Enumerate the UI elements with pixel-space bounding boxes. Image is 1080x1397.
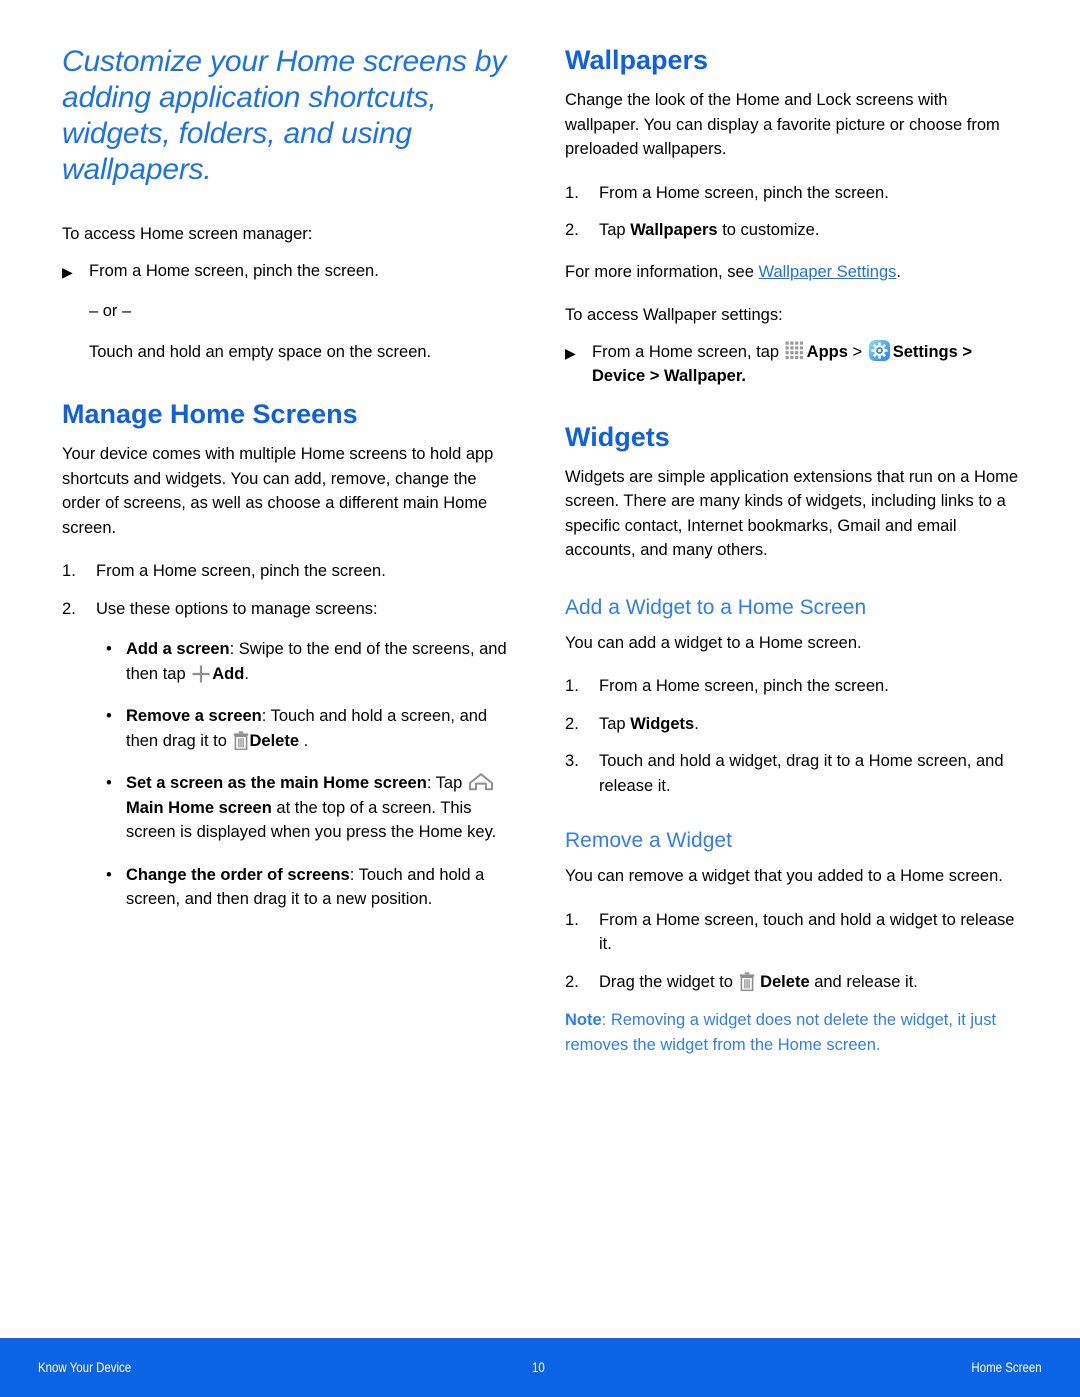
option-label: Add a screen bbox=[126, 640, 230, 658]
footer-section-label: Know Your Device bbox=[38, 1359, 132, 1375]
add-widget-steps: From a Home screen, pinch the screen. Ta… bbox=[565, 674, 1020, 798]
manage-home-screens-body: Your device comes with multiple Home scr… bbox=[62, 445, 494, 537]
home-manager-arrow-text: From a Home screen, pinch the screen. bbox=[89, 261, 379, 280]
home-manager-lead: To access Home screen manager: bbox=[62, 225, 313, 243]
add-widget-body: You can add a widget to a Home screen. bbox=[565, 633, 862, 652]
left-column: Customize your Home screens by adding ap… bbox=[62, 44, 517, 1057]
option-text: : Tap bbox=[426, 774, 467, 792]
settings-label: Settings bbox=[892, 342, 958, 361]
wallpapers-body: Change the look of the Home and Lock scr… bbox=[565, 91, 1000, 158]
settings-gear-icon bbox=[868, 339, 890, 361]
footer-page-number: 10 bbox=[532, 1359, 545, 1375]
page-footer: Know Your Device 10 Home Screen bbox=[0, 1338, 1080, 1397]
option-bold-after: Main Home screen bbox=[126, 798, 272, 817]
heading-widgets: Widgets bbox=[565, 421, 670, 452]
apps-label: Apps bbox=[806, 342, 848, 361]
step-item: Touch and hold a widget, drag it to a Ho… bbox=[565, 749, 1004, 795]
heading-manage-home-screens: Manage Home Screens bbox=[62, 399, 358, 429]
home-icon bbox=[468, 772, 494, 791]
note-text: : Removing a widget does not delete the … bbox=[565, 1011, 997, 1054]
apps-grid-icon bbox=[785, 341, 804, 360]
step-item: Use these options to manage screens: bbox=[62, 597, 378, 621]
step-item: Tap Wallpapers to customize. bbox=[565, 218, 820, 242]
option-text-after: . bbox=[244, 664, 249, 683]
right-column: Wallpapers Change the look of the Home a… bbox=[565, 44, 1020, 1057]
wallpapers-bold-term: Wallpapers bbox=[630, 221, 718, 239]
trash-icon bbox=[233, 730, 249, 750]
step-item: Drag the widget to Delete and release it… bbox=[565, 970, 918, 994]
remove-widget-body: You can remove a widget that you added t… bbox=[565, 867, 1003, 885]
step-item: From a Home screen, pinch the screen. bbox=[62, 559, 386, 583]
step-item: From a Home screen, pinch the screen. bbox=[565, 181, 889, 205]
remove-widget-steps: From a Home screen, touch and hold a wid… bbox=[565, 908, 1020, 995]
two-column-layout: Customize your Home screens by adding ap… bbox=[62, 44, 1020, 1057]
option-label: Set a screen as the main Home screen bbox=[126, 774, 427, 792]
or-separator: – or – bbox=[89, 302, 132, 320]
wallpapers-steps: From a Home screen, pinch the screen. Ta… bbox=[565, 181, 1020, 243]
option-bold-after: Delete bbox=[249, 731, 300, 750]
step-item: Tap Widgets. bbox=[565, 712, 699, 736]
option-label: Remove a screen bbox=[126, 707, 262, 725]
step-item: From a Home screen, pinch the screen. bbox=[565, 674, 889, 698]
home-manager-alternative: Touch and hold an empty space on the scr… bbox=[89, 342, 432, 361]
heading-add-a-widget: Add a Widget to a Home Screen bbox=[565, 595, 867, 619]
wallpaper-settings-link[interactable]: Wallpaper Settings bbox=[759, 263, 897, 281]
add-widget-bold-term: Widgets bbox=[630, 714, 695, 733]
option-set-main-home-screen: Set a screen as the main Home screen: Ta… bbox=[104, 771, 517, 845]
path-separator: > bbox=[847, 342, 867, 361]
step-item: From a Home screen, touch and hold a wid… bbox=[565, 908, 1015, 954]
wallpaper-more-info: For more information, see Wallpaper Sett… bbox=[565, 262, 901, 281]
arrow-bullet-icon: ▶ bbox=[565, 344, 576, 361]
trash-icon bbox=[739, 971, 755, 991]
plus-icon bbox=[191, 664, 211, 684]
option-remove-a-screen: Remove a screen: Touch and hold a screen… bbox=[104, 704, 517, 753]
heading-remove-a-widget: Remove a Widget bbox=[565, 829, 732, 852]
home-manager-arrow-item: ▶ From a Home screen, pinch the screen. bbox=[62, 259, 517, 284]
widgets-body: Widgets are simple application extension… bbox=[565, 467, 1019, 560]
option-bold-after: Add bbox=[212, 664, 245, 683]
document-page: Customize your Home screens by adding ap… bbox=[0, 0, 1080, 1397]
footer-chapter-label: Home Screen bbox=[971, 1359, 1042, 1375]
remove-widget-note: Note: Removing a widget does not delete … bbox=[565, 1008, 1020, 1057]
note-label: Note bbox=[565, 1011, 602, 1029]
manage-home-screens-steps: From a Home screen, pinch the screen. Us… bbox=[62, 559, 517, 621]
option-label: Change the order of screens bbox=[126, 865, 350, 884]
option-text-after: . bbox=[299, 731, 309, 750]
option-change-order-of-screens: Change the order of screens: Touch and h… bbox=[104, 863, 517, 912]
wallpaper-settings-path: ▶ From a Home screen, tap Apps > Setting… bbox=[565, 339, 1020, 389]
remove-widget-bold-term: Delete bbox=[760, 972, 810, 991]
wallpaper-settings-lead: To access Wallpaper settings: bbox=[565, 306, 783, 324]
heading-wallpapers: Wallpapers bbox=[565, 45, 709, 75]
arrow-bullet-icon: ▶ bbox=[62, 263, 73, 280]
manage-screen-options-list: Add a screen: Swipe to the end of the sc… bbox=[62, 637, 517, 912]
chapter-title: Customize your Home screens by adding ap… bbox=[62, 45, 507, 186]
option-add-a-screen: Add a screen: Swipe to the end of the sc… bbox=[104, 637, 517, 686]
